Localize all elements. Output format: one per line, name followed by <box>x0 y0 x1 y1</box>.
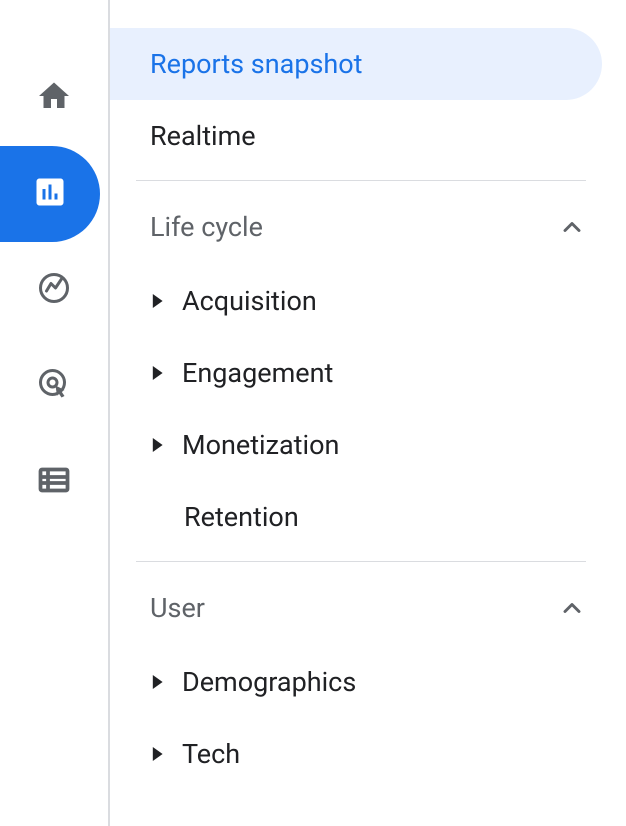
list-icon <box>36 462 72 502</box>
explore-icon <box>36 270 72 310</box>
rail-configure[interactable] <box>0 434 108 530</box>
sub-label: Retention <box>184 501 299 533</box>
target-click-icon <box>36 366 72 406</box>
chevron-up-icon <box>558 213 586 241</box>
bar-chart-icon <box>32 174 68 214</box>
icon-rail <box>0 0 108 826</box>
section-user[interactable]: User <box>110 570 626 646</box>
nav-label: Reports snapshot <box>150 48 363 80</box>
expand-right-icon <box>150 366 180 380</box>
nav-panel: Reports snapshot Realtime Life cycle Acq… <box>110 0 626 826</box>
home-icon <box>36 78 72 118</box>
nav-reports-snapshot[interactable]: Reports snapshot <box>110 28 602 100</box>
rail-home[interactable] <box>0 50 108 146</box>
sub-label: Monetization <box>182 429 339 461</box>
expand-right-icon <box>150 675 180 689</box>
sub-demographics[interactable]: Demographics <box>110 646 626 718</box>
sub-tech[interactable]: Tech <box>110 718 626 790</box>
sub-label: Acquisition <box>182 285 317 317</box>
sub-monetization[interactable]: Monetization <box>110 409 626 481</box>
chevron-up-icon <box>558 594 586 622</box>
sub-label: Tech <box>182 738 240 770</box>
expand-right-icon <box>150 294 180 308</box>
section-title: Life cycle <box>150 211 263 243</box>
nav-realtime[interactable]: Realtime <box>110 100 626 172</box>
rail-advertising[interactable] <box>0 338 108 434</box>
rail-reports[interactable] <box>0 146 100 242</box>
sub-label: Engagement <box>182 357 333 389</box>
expand-right-icon <box>150 747 180 761</box>
nav-label: Realtime <box>150 120 256 152</box>
sub-retention[interactable]: Retention <box>110 481 626 553</box>
expand-right-icon <box>150 438 180 452</box>
section-title: User <box>150 592 205 624</box>
divider <box>136 180 586 181</box>
sub-acquisition[interactable]: Acquisition <box>110 265 626 337</box>
sub-engagement[interactable]: Engagement <box>110 337 626 409</box>
divider <box>136 561 586 562</box>
section-lifecycle[interactable]: Life cycle <box>110 189 626 265</box>
rail-explore[interactable] <box>0 242 108 338</box>
sub-label: Demographics <box>182 666 356 698</box>
